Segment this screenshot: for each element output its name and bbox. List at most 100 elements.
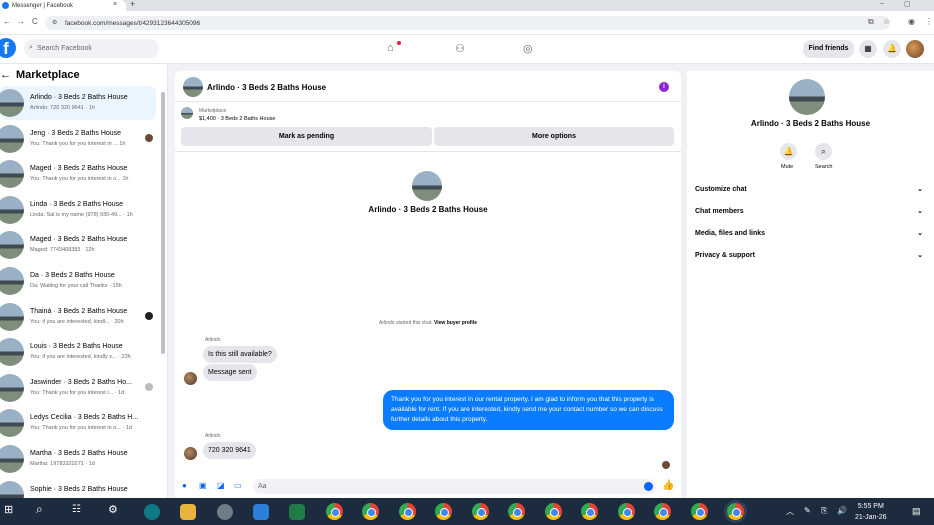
forward-icon[interactable]: → xyxy=(17,17,25,26)
listing-thumbnail[interactable] xyxy=(181,107,193,119)
install-icon[interactable]: ⧉ xyxy=(868,17,874,27)
taskbar-search-icon[interactable]: ⌕ xyxy=(36,502,43,517)
chrome-icon[interactable] xyxy=(435,503,452,520)
conversation-item[interactable]: Da · 3 Beds 2 Baths House Da: Waiting for… xyxy=(0,264,156,298)
tab-close-icon[interactable]: × xyxy=(113,1,117,8)
tray-expand-icon[interactable]: ︿ xyxy=(786,506,794,517)
profile-name: Arlindo · 3 Beds 2 Baths House xyxy=(368,205,488,214)
outgoing-message[interactable]: Thank you for you interest in our rental… xyxy=(383,390,674,430)
chat-members-row[interactable]: Chat members ⌄ xyxy=(695,208,923,215)
sender-avatar[interactable] xyxy=(184,447,197,460)
minimize-icon[interactable]: – xyxy=(880,0,884,7)
excel-icon[interactable] xyxy=(289,504,305,520)
message-input[interactable]: Aa xyxy=(253,479,656,494)
edge-icon[interactable] xyxy=(144,504,160,520)
account-avatar[interactable] xyxy=(906,40,924,58)
chat-avatar[interactable] xyxy=(183,77,203,97)
media-files-links-row[interactable]: Media, files and links ⌄ xyxy=(695,230,923,237)
new-tab-button[interactable]: + xyxy=(130,0,135,9)
home-icon[interactable]: ⌂ xyxy=(387,42,394,54)
emoji-icon[interactable] xyxy=(644,482,653,491)
chrome-icon[interactable] xyxy=(691,503,708,520)
friends-icon[interactable]: ⚇ xyxy=(455,42,465,55)
chrome-icon[interactable] xyxy=(545,503,562,520)
clock[interactable]: 5:55 PM 21-Jan-26 xyxy=(855,501,887,523)
conversation-item[interactable]: Louis · 3 Beds 2 Baths House You: if you … xyxy=(0,335,156,369)
like-icon[interactable]: 👍 xyxy=(662,480,674,491)
privacy-support-row[interactable]: Privacy & support ⌄ xyxy=(695,252,923,259)
customize-chat-row[interactable]: Customize chat ⌄ xyxy=(695,186,923,193)
notifications-bell-icon[interactable]: 🔔 xyxy=(883,40,901,58)
pen-icon[interactable]: ✎ xyxy=(804,506,811,515)
windows-start-icon[interactable]: ⊞ xyxy=(4,503,13,516)
sticker-icon[interactable]: ◪ xyxy=(217,481,225,490)
groups-icon[interactable]: ◎ xyxy=(523,42,533,55)
bookmark-star-icon[interactable]: ☆ xyxy=(883,17,890,26)
listing-avatar xyxy=(0,373,24,402)
file-explorer-icon[interactable] xyxy=(180,504,196,520)
task-view-icon[interactable]: ☷ xyxy=(72,504,81,515)
chrome-icon[interactable] xyxy=(326,503,343,520)
gif-icon[interactable]: ▭ xyxy=(234,481,242,490)
facebook-logo-icon[interactable]: f xyxy=(0,38,16,58)
conversation-item[interactable]: Jeng · 3 Beds 2 Baths House You: Thank yo… xyxy=(0,122,156,156)
maximize-icon[interactable]: ▢ xyxy=(904,0,911,8)
chrome-icon[interactable] xyxy=(727,503,744,520)
menu-grid-icon[interactable]: ▦ xyxy=(859,40,877,58)
outlook-icon[interactable] xyxy=(253,504,269,520)
conversation-item[interactable]: Sophie · 3 Beds 2 Baths House xyxy=(0,478,156,498)
chrome-icon[interactable] xyxy=(581,503,598,520)
conversation-item[interactable]: Maged · 3 Beds 2 Baths House Maged: 77434… xyxy=(0,228,156,262)
chrome-icon[interactable] xyxy=(618,503,635,520)
url-bar[interactable]: ⚙ facebook.com/messages/t/42931236443050… xyxy=(45,16,890,30)
menu-kebab-icon[interactable]: ⋮ xyxy=(925,17,933,26)
reload-icon[interactable]: C xyxy=(32,17,38,26)
profile-icon[interactable]: ◉ xyxy=(908,17,915,26)
search-icon[interactable]: ⌕ xyxy=(815,143,832,160)
notification-center-icon[interactable]: ▤ xyxy=(912,506,921,517)
incoming-message[interactable]: Is this still available? xyxy=(203,346,277,363)
mute-bell-icon[interactable]: 🔔 xyxy=(780,143,797,160)
conversation-item[interactable]: Arlindo · 3 Beds 2 Baths House Arlindo: 7… xyxy=(0,86,156,120)
chrome-icon[interactable] xyxy=(654,503,671,520)
conversation-item[interactable]: Martha · 3 Beds 2 Baths House Martha: 197… xyxy=(0,442,156,476)
app-icon[interactable] xyxy=(217,504,233,520)
more-options-button[interactable]: More options xyxy=(434,127,674,146)
volume-icon[interactable]: 🔊 xyxy=(837,506,847,515)
chrome-icon[interactable] xyxy=(399,503,416,520)
profile-avatar-large[interactable] xyxy=(412,171,442,201)
conversation-item[interactable]: Jaswinder · 3 Beds 2 Baths Ho... You: Tha… xyxy=(0,371,156,405)
marketplace-label: Marketplace xyxy=(199,108,227,114)
conversation-item[interactable]: Maged · 3 Beds 2 Baths House You: Thank y… xyxy=(0,157,156,191)
incoming-message[interactable]: 720 320 9641 xyxy=(203,442,256,459)
microphone-icon[interactable]: ● xyxy=(182,481,187,490)
site-info-icon[interactable]: ⚙ xyxy=(52,19,57,26)
search-placeholder: Search Facebook xyxy=(37,45,92,52)
incoming-message[interactable]: Message sent xyxy=(203,364,257,381)
search-input[interactable]: ⌕ Search Facebook xyxy=(24,39,159,58)
sender-avatar[interactable] xyxy=(184,372,197,385)
browser-tab[interactable]: Messenger | Facebook × xyxy=(0,0,126,11)
info-icon[interactable]: i xyxy=(659,82,669,92)
listing-price[interactable]: $1,400 · 3 Beds 2 Baths House xyxy=(199,116,275,122)
conversation-preview: You: Thank you for you interest in o... … xyxy=(30,425,132,432)
back-icon[interactable]: ← xyxy=(3,17,11,26)
photo-icon[interactable]: ▣ xyxy=(199,481,207,490)
read-receipt-avatar xyxy=(145,133,153,142)
chrome-icon[interactable] xyxy=(472,503,489,520)
settings-gear-icon[interactable]: ⚙ xyxy=(108,503,118,516)
mark-as-pending-button[interactable]: Mark as pending xyxy=(181,127,432,146)
conversation-item[interactable]: Linda · 3 Beds 2 Baths House Linda: Sal i… xyxy=(0,193,156,227)
chrome-icon[interactable] xyxy=(508,503,525,520)
conversation-preview: Maged: 7743408383 · 12h xyxy=(30,247,95,254)
find-friends-button[interactable]: Find friends xyxy=(803,40,854,58)
conversation-item[interactable]: Ledys Cecilia · 3 Beds 2 Baths H... You: … xyxy=(0,406,156,440)
chat-title[interactable]: Arlindo · 3 Beds 2 Baths House xyxy=(207,83,326,92)
chrome-icon[interactable] xyxy=(362,503,379,520)
sidebar-scrollbar[interactable] xyxy=(161,92,165,354)
conversation-item[interactable]: Thainá · 3 Beds 2 Baths House You: if you… xyxy=(0,300,156,334)
network-icon[interactable]: ⎘ xyxy=(821,506,827,516)
back-arrow-icon[interactable]: ← xyxy=(0,69,11,81)
view-buyer-profile-link[interactable]: View buyer profile xyxy=(434,320,477,326)
panel-avatar[interactable] xyxy=(789,79,825,115)
